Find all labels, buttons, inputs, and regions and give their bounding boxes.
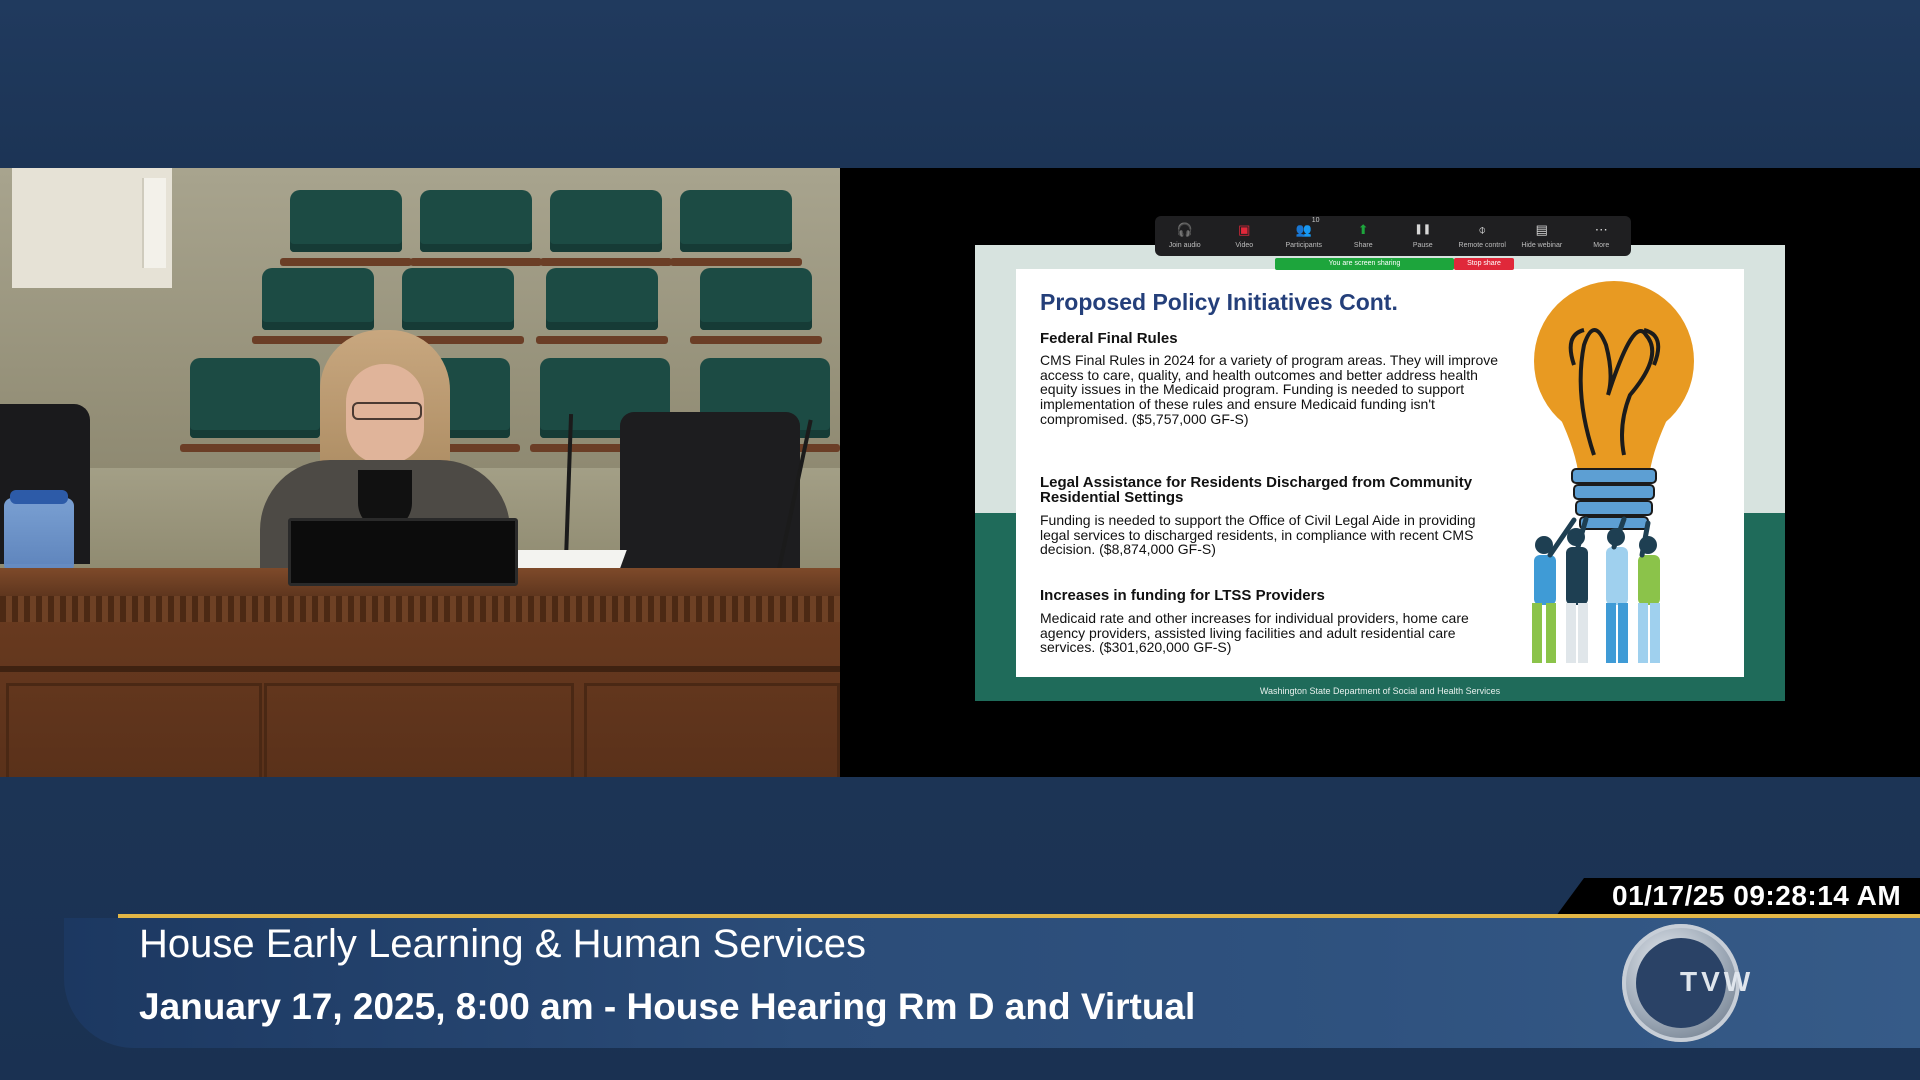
section-body: Funding is needed to support the Office …	[1040, 512, 1476, 558]
desk-monitor	[288, 518, 518, 586]
tvw-logo-text: TVW	[1680, 966, 1755, 997]
toolbar-label: Pause	[1412, 242, 1433, 249]
front-chair	[620, 412, 800, 572]
gallery-chair	[690, 268, 822, 344]
pause-icon: ❚❚	[1414, 224, 1432, 235]
slide-footer: Washington State Department of Social an…	[1259, 686, 1501, 696]
gallery-chair	[392, 268, 524, 344]
toolbar-label: Join audio	[1168, 242, 1201, 249]
desk-trim	[0, 596, 840, 622]
section-heading: Federal Final Rules	[1040, 330, 1178, 347]
join-audio-button[interactable]: 🎧 Join audio	[1159, 222, 1211, 250]
gallery-chair	[670, 190, 802, 266]
section-body: Medicaid rate and other increases for in…	[1040, 610, 1469, 656]
gallery-chair	[536, 268, 668, 344]
remote-control-button[interactable]: ⌽ Remote control	[1456, 222, 1508, 250]
desk-divider	[0, 666, 840, 672]
participant-count: 10	[1311, 217, 1320, 224]
slide-content-card: Proposed Policy Initiatives Cont. Federa…	[1016, 269, 1744, 677]
more-button[interactable]: ⋯ More	[1575, 222, 1627, 250]
video-off-icon: ▣	[1238, 222, 1251, 237]
participants-icon: 👥	[1295, 222, 1312, 237]
desk-panel	[264, 683, 574, 777]
presentation-slide: Proposed Policy Initiatives Cont. Federa…	[975, 245, 1785, 701]
committee-title: House Early Learning & Human Services	[139, 922, 867, 966]
desk-panel	[584, 683, 840, 777]
desk-panel	[6, 683, 262, 777]
headphones-icon: 🎧	[1176, 222, 1193, 237]
participants-button[interactable]: 👥 10 Participants	[1278, 217, 1330, 249]
room-door	[12, 168, 172, 288]
share-icon: ⬆	[1357, 222, 1369, 237]
toolbar-label: Hide webinar	[1521, 242, 1563, 249]
screen-sharing-banner: You are screen sharing	[1275, 258, 1454, 270]
water-pitcher	[4, 490, 74, 576]
hide-webinar-icon: ▤	[1535, 222, 1548, 237]
mouse-icon: ⌽	[1478, 222, 1487, 237]
toolbar-label: Share	[1353, 242, 1373, 249]
gold-accent-line	[118, 914, 1920, 918]
stop-share-button[interactable]: Stop share	[1454, 258, 1514, 270]
gallery-chair	[280, 190, 412, 266]
more-icon: ⋯	[1594, 222, 1608, 237]
toolbar-label: Video	[1235, 242, 1254, 249]
toolbar-label: Participants	[1285, 242, 1323, 249]
hide-webinar-button[interactable]: ▤ Hide webinar	[1516, 222, 1568, 250]
section-heading: Increases in funding for LTSS Providers	[1040, 587, 1325, 604]
share-button[interactable]: ⬆ Share	[1337, 222, 1389, 250]
toolbar-label: Remote control	[1458, 242, 1506, 249]
gallery-chair	[252, 268, 384, 344]
lightbulb-illustration	[1532, 281, 1694, 663]
hearing-room-camera-feed	[0, 168, 840, 777]
zoom-share-toolbar: 🎧 Join audio ▣ Video 👥 10 Participants ⬆…	[1155, 216, 1631, 256]
top-background-band	[0, 0, 1920, 168]
gallery-chair	[540, 190, 672, 266]
slide-title: Proposed Policy Initiatives Cont.	[1040, 289, 1398, 315]
section-body: CMS Final Rules in 2024 for a variety of…	[1040, 352, 1499, 427]
toolbar-label: More	[1593, 242, 1610, 249]
pause-button[interactable]: ❚❚ Pause	[1397, 223, 1449, 249]
section-heading: Legal Assistance for Residents Discharge…	[1040, 474, 1473, 506]
video-button[interactable]: ▣ Video	[1218, 222, 1270, 250]
gallery-chair	[410, 190, 542, 266]
broadcast-timestamp: 01/17/25 09:28:14 AM	[1612, 880, 1902, 911]
hearing-details: January 17, 2025, 8:00 am - House Hearin…	[139, 986, 1196, 1027]
